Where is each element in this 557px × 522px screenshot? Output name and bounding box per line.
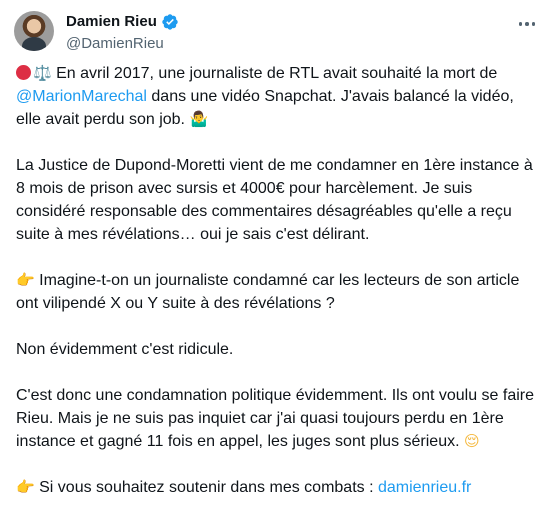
red-circle-icon [16,65,31,80]
paragraph-3-text: Imagine-t-on un journaliste condamné car… [16,272,520,312]
tweet: Damien Rieu @DamienRieu ⚖️ En avril 2017… [0,0,557,499]
verified-badge-icon [162,14,178,30]
paragraph-6-text: Si vous souhaitez soutenir dans mes comb… [34,479,378,496]
pointing-hand-icon: 👉 [16,271,35,289]
author-display-name[interactable]: Damien Rieu [66,12,157,32]
more-options-button[interactable] [513,12,541,36]
paragraph-5-text: C'est donc une condamnation politique év… [16,387,535,450]
avatar[interactable] [14,11,54,51]
tweet-header: Damien Rieu @DamienRieu [14,8,543,56]
mention-link[interactable]: @MarionMarechal [16,88,147,105]
tweet-paragraph-2: La Justice de Dupond-Moretti vient de me… [16,157,533,243]
more-options-icon-dot [531,22,536,26]
tweet-text: ⚖️ En avril 2017, une journaliste de RTL… [16,62,535,522]
scales-icon: ⚖️ [33,64,52,82]
more-options-icon [518,22,523,26]
pointing-hand-icon: 👉 [16,478,35,496]
author-block: Damien Rieu @DamienRieu [66,12,179,54]
tweet-paragraph-4: Non évidemment c'est ridicule. [16,341,234,358]
relieved-face-icon: 😌 [464,432,480,450]
shrug-icon: 🤷‍♂️ [189,110,209,128]
tweet-paragraph-5: C'est donc une condamnation politique év… [16,384,535,453]
tweet-paragraph-3: 👉 Imagine-t-on un journaliste condamné c… [16,269,535,315]
tweet-paragraph-1: ⚖️ En avril 2017, une journaliste de RTL… [16,62,535,131]
website-link[interactable]: damienrieu.fr [378,479,471,496]
more-options-icon-dot [525,22,529,26]
tweet-paragraph-6: 👉 Si vous souhaitez soutenir dans mes co… [16,476,535,499]
name-row: Damien Rieu [66,12,179,32]
author-handle[interactable]: @DamienRieu [66,34,179,54]
paragraph-1-text-a: En avril 2017, une journaliste de RTL av… [51,65,498,82]
